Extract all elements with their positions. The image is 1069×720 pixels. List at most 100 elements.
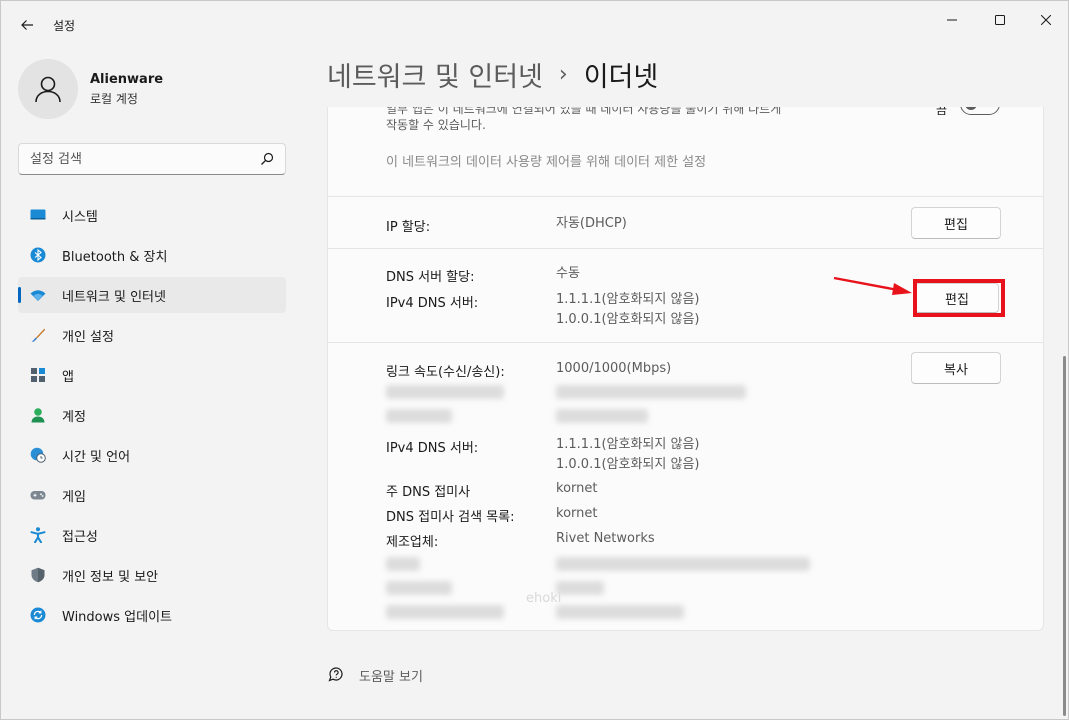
avatar: [18, 59, 78, 119]
primary-dns-suffix-label: 주 DNS 접미사: [386, 485, 471, 500]
breadcrumb-separator: ›: [558, 62, 568, 87]
settings-search[interactable]: [18, 143, 286, 175]
sidebar-item-network[interactable]: 네트워크 및 인터넷: [18, 277, 286, 313]
sidebar-item-personalization[interactable]: 개인 설정: [18, 317, 286, 353]
metered-description-line1: 일부 앱은 이 네트워크에 연결되어 있을 때 데이터 사용량을 줄이기 위해 …: [386, 107, 782, 116]
search-input[interactable]: [30, 151, 250, 167]
minimize-icon: [947, 19, 957, 21]
sidebar-item-time-language[interactable]: 시간 및 언어: [18, 437, 286, 473]
content-scrollbar[interactable]: [1063, 356, 1066, 716]
sidebar-item-label: 개인 설정: [62, 329, 114, 345]
metered-connection-toggle[interactable]: [960, 107, 1000, 115]
brush-icon: [30, 327, 46, 343]
sidebar-item-label: 계정: [62, 409, 86, 425]
ip-assignment-label: IP 할당:: [386, 220, 431, 235]
redacted-label: [386, 557, 420, 571]
help-icon: [328, 667, 343, 682]
sidebar-item-label: 접근성: [62, 529, 98, 545]
ip-assignment-value: 자동(DHCP): [556, 216, 627, 231]
dns-ipv4-label: IPv4 DNS 서버:: [386, 296, 479, 311]
data-limit-link[interactable]: 이 네트워크의 데이터 사용량 제어를 위해 데이터 제한 설정: [386, 151, 706, 170]
link-speed-label: 링크 속도(수신/송신):: [386, 365, 505, 380]
ip-assignment-edit-button[interactable]: 편집: [911, 207, 1001, 239]
redacted-value: [556, 581, 604, 595]
user-profile[interactable]: Alienware 로컬 계정: [18, 59, 163, 119]
app-title: 설정: [53, 19, 76, 33]
sidebar-item-label: 네트워크 및 인터넷: [62, 289, 166, 305]
highlight-box: [913, 279, 1005, 317]
sidebar-item-label: 시스템: [62, 209, 98, 225]
dns-assignment-label: DNS 서버 할당:: [386, 270, 475, 285]
metered-toggle-state: 끔: [936, 107, 948, 117]
redacted-value: [556, 605, 684, 619]
sidebar-item-gaming[interactable]: 게임: [18, 477, 286, 513]
profile-name: Alienware: [90, 71, 164, 87]
maximize-icon: [995, 15, 1005, 25]
gamepad-icon: [30, 487, 46, 503]
copy-button[interactable]: 복사: [911, 352, 1001, 384]
primary-dns-suffix-value: kornet: [556, 481, 598, 496]
properties-ipv4-dns-label: IPv4 DNS 서버:: [386, 441, 479, 456]
settings-window: 설정 Alienware 로컬 계정 시스템 Blueto: [0, 0, 1069, 720]
shield-icon: [30, 567, 46, 583]
dns-ipv4-value-2: 1.0.0.1(암호화되지 않음): [556, 312, 700, 327]
properties-ipv4-dns-value-2: 1.0.0.1(암호화되지 않음): [556, 457, 700, 472]
redacted-label: [386, 581, 452, 595]
update-icon: [30, 607, 46, 623]
wifi-icon: [30, 287, 46, 303]
properties-ipv4-dns-value-1: 1.1.1.1(암호화되지 않음): [556, 437, 700, 452]
page-title: 이더넷: [583, 62, 659, 93]
get-help-link[interactable]: 도움말 보기: [327, 665, 423, 685]
redacted-value: [556, 409, 648, 423]
sidebar-item-accessibility[interactable]: 접근성: [18, 517, 286, 553]
sidebar-item-bluetooth[interactable]: Bluetooth & 장치: [18, 237, 286, 273]
close-button[interactable]: [1023, 5, 1068, 35]
sidebar-item-system[interactable]: 시스템: [18, 197, 286, 233]
get-help-label: 도움말 보기: [359, 669, 423, 685]
dns-assignment-value: 수동: [556, 266, 580, 281]
profile-account-type: 로컬 계정: [90, 91, 138, 106]
sidebar-item-accounts[interactable]: 계정: [18, 397, 286, 433]
back-arrow-icon: [21, 20, 33, 30]
toggle-knob: [965, 107, 977, 110]
redacted-value: [556, 385, 746, 399]
redacted-label: [386, 385, 504, 399]
accessibility-icon: [30, 527, 46, 543]
search-icon[interactable]: [259, 151, 275, 167]
minimize-button[interactable]: [929, 5, 975, 35]
dns-ipv4-value-1: 1.1.1.1(암호화되지 않음): [556, 292, 700, 307]
sidebar-item-label: Windows 업데이트: [62, 609, 173, 625]
breadcrumb: 네트워크 및 인터넷 › 이더넷: [327, 55, 658, 94]
system-icon: [30, 207, 46, 223]
bluetooth-icon: [30, 247, 46, 263]
sidebar-item-label: 게임: [62, 489, 86, 505]
back-button[interactable]: [13, 11, 41, 39]
redacted-label: [386, 605, 504, 619]
link-speed-value: 1000/1000(Mbps): [556, 361, 672, 376]
manufacturer-value: Rivet Networks: [556, 531, 655, 546]
globe-clock-icon: [30, 447, 46, 463]
ip-assignment-section: IP 할당: 자동(DHCP) 편집: [328, 197, 1043, 249]
maximize-button[interactable]: [977, 5, 1023, 35]
sidebar-item-apps[interactable]: 앱: [18, 357, 286, 393]
redacted-value: [556, 557, 810, 571]
sidebar-item-label: Bluetooth & 장치: [62, 249, 168, 265]
user-icon: [35, 76, 61, 103]
breadcrumb-parent[interactable]: 네트워크 및 인터넷: [327, 55, 543, 94]
properties-section: ehoki 링크 속도(수신/송신): 1000/1000(Mbps) 복사 I…: [328, 343, 1043, 630]
metered-connection-section: 일부 앱은 이 네트워크에 연결되어 있을 때 데이터 사용량을 줄이기 위해 …: [328, 107, 1043, 197]
dns-suffix-search-list-label: DNS 접미사 검색 목록:: [386, 510, 515, 525]
sidebar-item-label: 시간 및 언어: [62, 449, 131, 465]
sidebar-item-label: 앱: [62, 369, 74, 385]
sidebar-item-privacy[interactable]: 개인 정보 및 보안: [18, 557, 286, 593]
title-bar: 설정: [1, 1, 1068, 49]
sidebar-item-windows-update[interactable]: Windows 업데이트: [18, 597, 286, 633]
apps-icon: [30, 367, 46, 383]
sidebar-nav: 시스템 Bluetooth & 장치 네트워크 및 인터넷 개인 설정 앱 계정…: [18, 197, 286, 637]
sidebar-item-label: 개인 정보 및 보안: [62, 569, 159, 585]
redacted-label: [386, 409, 452, 423]
manufacturer-label: 제조업체:: [386, 535, 439, 550]
account-icon: [30, 407, 46, 423]
metered-description-line2: 작동할 수 있습니다.: [386, 118, 486, 132]
ethernet-settings-panel: 일부 앱은 이 네트워크에 연결되어 있을 때 데이터 사용량을 줄이기 위해 …: [327, 107, 1044, 631]
